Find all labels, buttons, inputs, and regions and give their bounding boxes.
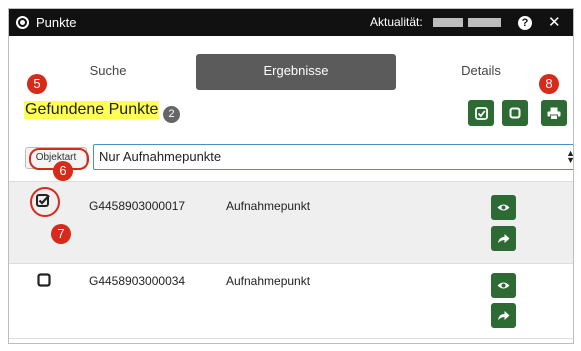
share-arrow-icon: [497, 310, 510, 321]
row-view-button[interactable]: [491, 273, 516, 298]
tab-ergebnisse[interactable]: Ergebnisse: [196, 54, 396, 90]
row-point-type: Aufnahmepunkt: [226, 199, 311, 213]
eye-icon: [497, 203, 510, 212]
row-checkbox-checked[interactable]: [36, 193, 51, 213]
row-view-button[interactable]: [491, 195, 516, 220]
share-arrow-icon: [497, 233, 510, 244]
select-arrows-icon: ▲▼: [566, 149, 573, 165]
punkte-app-icon: [16, 16, 29, 29]
eye-icon: [497, 281, 510, 290]
check-all-icon: [474, 106, 488, 120]
row-checkbox-unchecked[interactable]: [37, 273, 51, 292]
result-row[interactable]: G4458903000017 Aufnahmepunkt 7: [9, 181, 573, 263]
row-open-button[interactable]: [491, 226, 516, 251]
punkte-panel: Punkte Aktualität: ? ✕ Suche Ergebnisse …: [8, 8, 574, 344]
annotation-marker-5: 5: [27, 74, 47, 94]
objektart-select[interactable]: Nur Aufnahmepunkte ▲▼: [93, 144, 573, 170]
annotation-marker-7: 7: [51, 224, 71, 244]
result-row[interactable]: G4458903000034 Aufnahmepunkt: [9, 263, 573, 339]
close-icon[interactable]: ✕: [548, 13, 561, 31]
redacted-value: [468, 18, 501, 27]
row-point-type: Aufnahmepunkt: [226, 274, 311, 288]
uncheck-all-button[interactable]: [502, 100, 528, 126]
print-icon: [547, 107, 561, 120]
annotation-marker-6: 6: [53, 161, 73, 181]
row-open-button[interactable]: [491, 303, 516, 328]
aktualitaet-label: Aktualität:: [370, 15, 423, 29]
title-bar: Punkte Aktualität: ? ✕: [9, 9, 573, 36]
results-title: Gefundene Punkte: [24, 101, 160, 119]
results-count-badge: 2: [163, 106, 180, 123]
row-point-id: G4458903000017: [89, 199, 186, 213]
check-all-button[interactable]: [468, 100, 494, 126]
print-button[interactable]: [541, 100, 567, 126]
uncheck-all-icon: [509, 107, 521, 119]
help-icon[interactable]: ?: [518, 16, 532, 30]
row-point-id: G4458903000034: [89, 274, 186, 288]
redacted-value: [433, 18, 463, 27]
window-title: Punkte: [36, 15, 77, 30]
annotation-marker-8: 8: [539, 74, 559, 94]
objektart-select-value: Nur Aufnahmepunkte: [99, 149, 222, 164]
